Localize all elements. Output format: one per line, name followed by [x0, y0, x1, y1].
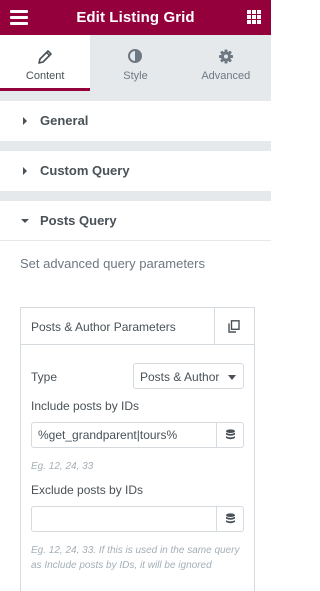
divider	[214, 308, 215, 345]
editor-header: Edit Listing Grid	[0, 0, 271, 35]
section-posts-query-title: Posts Query	[40, 213, 117, 228]
section-gap	[0, 191, 271, 201]
database-icon	[226, 429, 235, 440]
repeater-item: Posts & Author Parameters Type Posts & A…	[20, 307, 255, 591]
tab-style-label: Style	[123, 70, 148, 82]
exclude-ids-label: Exclude posts by IDs	[31, 483, 144, 497]
type-select[interactable]: Posts & Author	[133, 363, 244, 389]
section-custom-query-title: Custom Query	[40, 163, 130, 178]
caret-right-icon	[23, 117, 27, 125]
caret-right-icon	[23, 167, 27, 175]
type-label: Type	[31, 370, 58, 384]
exclude-ids-note: Eg. 12, 24, 33. If this is used in the s…	[31, 545, 240, 571]
panel-title: Edit Listing Grid	[76, 9, 195, 26]
tab-content-label: Content	[25, 70, 65, 82]
half-circle-icon	[128, 49, 143, 63]
include-ids-input[interactable]	[31, 422, 217, 448]
dynamic-tags-button[interactable]	[216, 506, 244, 532]
include-ids-note: Eg. 12, 24, 33	[31, 461, 94, 472]
duplicate-icon[interactable]	[228, 320, 240, 333]
section-custom-query[interactable]: Custom Query	[0, 151, 271, 191]
tab-advanced-label: Advanced	[201, 70, 251, 82]
database-icon	[226, 513, 235, 524]
dynamic-tags-button[interactable]	[216, 422, 244, 448]
caret-down-icon	[21, 219, 29, 223]
section-posts-query[interactable]: Posts Query	[0, 201, 271, 241]
include-ids-label: Include posts by IDs	[31, 399, 140, 413]
widgets-grid-icon[interactable]	[247, 10, 261, 24]
repeater-item-header[interactable]: Posts & Author Parameters	[21, 308, 254, 345]
tab-content[interactable]: Content	[0, 35, 91, 91]
section-gap	[0, 141, 271, 151]
pencil-icon	[38, 50, 52, 64]
exclude-ids-input[interactable]	[31, 506, 217, 532]
tab-style[interactable]: Style	[90, 35, 180, 91]
chevron-down-icon	[228, 375, 236, 380]
section-general[interactable]: General	[0, 101, 271, 141]
section-general-title: General	[40, 113, 89, 128]
divider	[0, 240, 271, 241]
section-gap	[0, 91, 271, 101]
query-description: Set advanced query parameters	[20, 256, 205, 271]
type-select-value: Posts & Author	[140, 370, 220, 384]
panel-tabs: Content Style Advanced	[0, 35, 271, 91]
gear-icon	[218, 49, 233, 64]
tab-advanced[interactable]: Advanced	[181, 35, 271, 91]
repeater-item-title: Posts & Author Parameters	[31, 320, 176, 334]
